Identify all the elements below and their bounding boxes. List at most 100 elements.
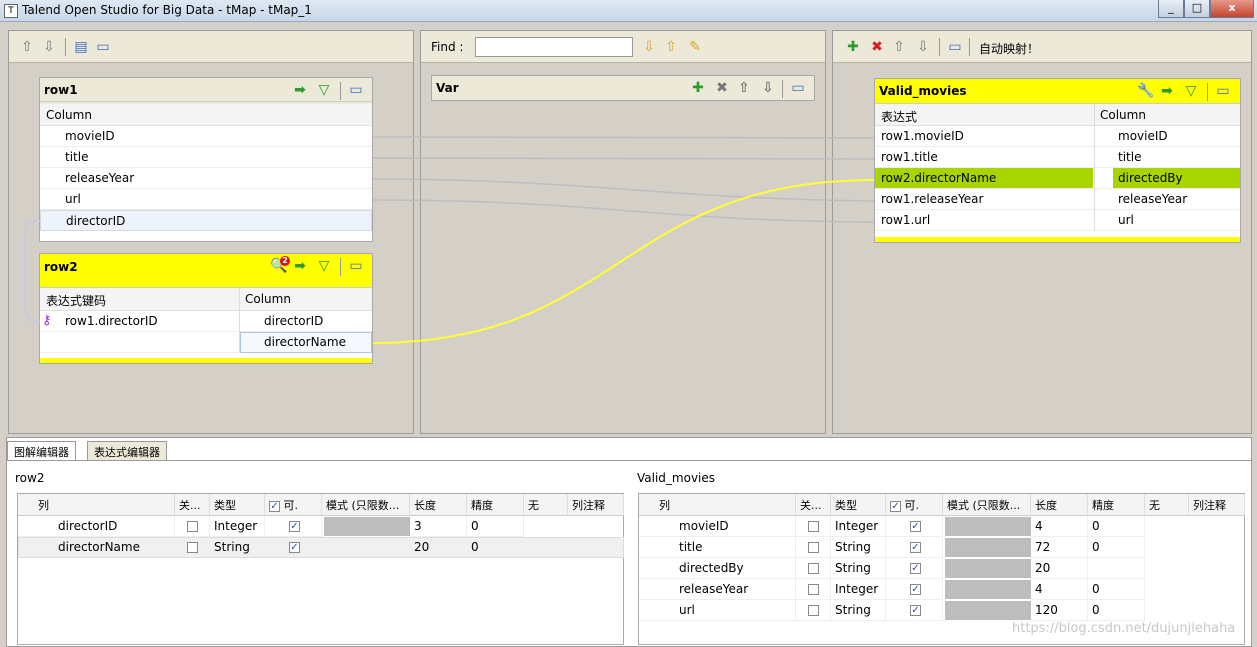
pattern-cell[interactable] [945, 601, 1031, 620]
col-header[interactable]: 关... [796, 494, 831, 516]
schema-cell[interactable] [175, 516, 210, 537]
schema-cell[interactable] [175, 537, 210, 558]
nullable-checkbox[interactable]: ✓ [289, 542, 300, 553]
find-input[interactable] [475, 37, 633, 57]
nullable-checkbox[interactable]: ✓ [910, 605, 921, 616]
col-header[interactable]: 模式 (只限数... [322, 494, 410, 516]
row1-column[interactable]: title [40, 147, 372, 168]
filter-icon[interactable]: ▽ [1183, 83, 1199, 99]
minimize-button[interactable]: _ [1158, 0, 1184, 18]
schema-cell[interactable] [796, 579, 831, 600]
output-expression[interactable]: row1.title [881, 150, 938, 164]
output-expression[interactable]: row1.movieID [881, 129, 964, 143]
output-column[interactable]: directedBy [1118, 171, 1183, 185]
col-header[interactable]: 无 [1145, 494, 1189, 516]
schema-cell[interactable]: Integer [831, 516, 886, 537]
col-header[interactable]: 长度 [410, 494, 467, 516]
table-icon[interactable]: ▤ [73, 39, 89, 55]
schema-cell[interactable]: 0 [1088, 516, 1145, 537]
key-expression[interactable]: row1.directorID [65, 314, 158, 328]
remove-var-icon[interactable]: ✖ [714, 80, 730, 96]
key-checkbox[interactable] [807, 521, 819, 532]
schema-cell[interactable]: ✓ [886, 558, 943, 579]
schema-cell[interactable]: String [210, 537, 265, 558]
nullable-checkbox[interactable]: ✓ [910, 584, 921, 595]
col-header[interactable]: 精度 [467, 494, 524, 516]
add-var-icon[interactable]: ✚ [690, 80, 706, 96]
schema-cell[interactable]: directorID [18, 516, 175, 537]
schema-cell[interactable]: 0 [467, 516, 524, 537]
schema-cell[interactable]: ✓ [886, 600, 943, 621]
minimize-all-icon[interactable]: ▭ [95, 39, 111, 55]
col-header[interactable]: 精度 [1088, 494, 1145, 516]
col-header[interactable]: 长度 [1031, 494, 1088, 516]
col-header[interactable]: 关... [175, 494, 210, 516]
key-checkbox[interactable] [187, 542, 198, 553]
schema-cell[interactable]: 4 [1031, 579, 1088, 600]
pattern-cell[interactable] [945, 559, 1031, 578]
pattern-cell[interactable] [945, 538, 1031, 557]
row2-row[interactable]: directorName [40, 332, 372, 353]
close-button[interactable]: x [1210, 0, 1254, 18]
valid-movies-row[interactable]: row1.releaseYear releaseYear [875, 189, 1240, 210]
minimize-icon[interactable]: ▭ [790, 80, 806, 96]
valid-movies-row[interactable]: row2.directorName directedBy [875, 168, 1240, 189]
schema-cell[interactable]: 72 [1031, 537, 1088, 558]
arrow-up-icon[interactable]: ⇧ [663, 39, 679, 55]
schema-cell[interactable]: ✓ [886, 516, 943, 537]
schema-cell[interactable]: String [831, 600, 886, 621]
schema-cell[interactable]: 20 [1031, 558, 1088, 579]
schema-cell[interactable]: releaseYear [639, 579, 796, 600]
schema-cell[interactable]: ✓ [265, 516, 322, 537]
filter-icon[interactable]: ▽ [316, 258, 332, 274]
col-header[interactable]: 列 [639, 494, 796, 516]
schema-cell[interactable] [796, 600, 831, 621]
schema-cell[interactable]: ✓ [265, 537, 322, 558]
tab-expression-editor[interactable]: 表达式编辑器 [87, 441, 167, 461]
remove-output-icon[interactable]: ✖ [869, 39, 885, 55]
schema-cell[interactable]: 0 [1088, 537, 1145, 558]
minimize-icon[interactable]: ▭ [348, 258, 364, 274]
schema-cell[interactable]: 20 [410, 537, 467, 558]
output-expression[interactable]: row1.url [881, 213, 930, 227]
row1-column[interactable]: directorID [40, 210, 372, 231]
schema-cell[interactable]: 0 [467, 537, 524, 558]
schema-cell[interactable]: directorName [18, 537, 175, 558]
row2-column[interactable]: directorID [264, 314, 323, 328]
minimize-icon[interactable]: ▭ [1215, 83, 1231, 99]
output-column[interactable]: movieID [1118, 129, 1168, 143]
schema-cell[interactable]: 0 [1088, 579, 1145, 600]
auto-map-button[interactable]: 自动映射！ [979, 40, 1039, 57]
add-expression-icon[interactable]: ➡ [292, 82, 308, 98]
key-checkbox[interactable] [186, 521, 198, 532]
schema-cell[interactable]: 0 [1088, 600, 1145, 621]
schema-cell[interactable]: ✓ [886, 537, 943, 558]
schema-cell[interactable]: Integer [210, 516, 265, 537]
schema-cell[interactable]: 4 [1031, 516, 1088, 537]
move-down-icon[interactable]: ⇩ [915, 39, 931, 55]
row1-column[interactable]: url [40, 189, 372, 210]
schema-cell[interactable] [796, 558, 831, 579]
nullable-checkbox[interactable]: ✓ [910, 563, 921, 574]
row2-row[interactable]: ⚷ row1.directorID directorID [40, 311, 372, 332]
wrench-icon[interactable]: 🔧 [1137, 83, 1154, 99]
minimize-all-icon[interactable]: ▭ [947, 39, 963, 55]
filter-icon[interactable]: ▽ [316, 82, 332, 98]
move-down-icon[interactable]: ⇩ [41, 39, 57, 55]
filter-edit-icon[interactable]: ✎ [687, 39, 703, 55]
valid-movies-row[interactable]: row1.movieID movieID [875, 126, 1240, 147]
output-column[interactable]: releaseYear [1118, 192, 1187, 206]
col-header[interactable]: 模式 (只限数... [943, 494, 1031, 516]
add-output-icon[interactable]: ✚ [845, 39, 861, 55]
col-header[interactable]: 类型 [210, 494, 265, 516]
key-checkbox[interactable] [807, 605, 819, 616]
schema-cell[interactable] [1088, 558, 1145, 579]
key-checkbox[interactable] [807, 584, 819, 595]
schema-cell[interactable]: directedBy [639, 558, 796, 579]
schema-cell[interactable]: Integer [831, 579, 886, 600]
output-column[interactable]: url [1118, 213, 1134, 227]
add-expression-icon[interactable]: ➡ [1159, 83, 1175, 99]
schema-cell[interactable]: url [639, 600, 796, 621]
output-column[interactable]: title [1118, 150, 1141, 164]
pattern-cell[interactable] [945, 580, 1031, 599]
